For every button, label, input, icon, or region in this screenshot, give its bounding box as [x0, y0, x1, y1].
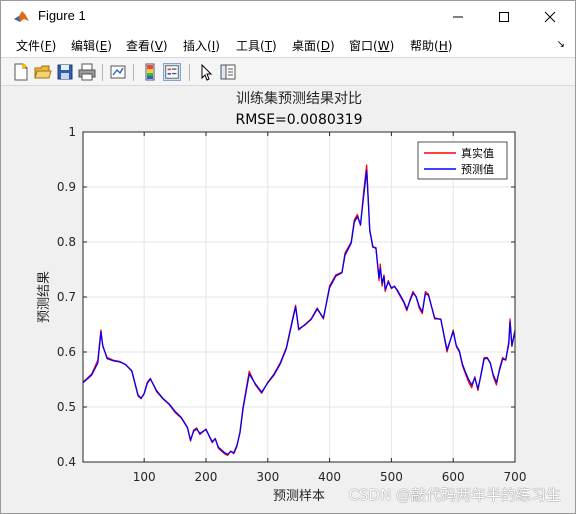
menu-edit-label: 编辑(	[71, 39, 100, 53]
legend-icon[interactable]	[163, 63, 181, 81]
menu-desktop-label: 桌面(	[292, 39, 321, 53]
save-icon[interactable]	[56, 63, 74, 81]
x-tick-label: 600	[442, 470, 465, 484]
menu-edit[interactable]: 编辑(E)	[71, 37, 112, 54]
menu-help-end: )	[447, 39, 453, 53]
title-bar: Figure 1	[1, 1, 575, 32]
menu-insert[interactable]: 插入(I)	[183, 37, 220, 54]
y-tick-label: 0.7	[57, 290, 76, 304]
menu-help-key: H	[438, 39, 448, 53]
menu-view-label: 查看(	[126, 39, 155, 53]
y-tick-label: 0.4	[57, 455, 76, 469]
print-icon[interactable]	[78, 63, 96, 81]
link-plot-icon[interactable]	[109, 63, 127, 81]
legend[interactable]: 真实值预测值	[417, 141, 508, 180]
y-axis-label: 预测结果	[37, 271, 52, 323]
menu-tools-label: 工具(	[236, 39, 265, 53]
menu-file[interactable]: 文件(F)	[16, 37, 56, 54]
menu-help-label: 帮助(	[410, 39, 439, 53]
menu-help[interactable]: 帮助(H)	[410, 37, 452, 54]
menu-tools-key: T	[264, 39, 273, 53]
close-button[interactable]	[527, 1, 573, 32]
x-axis-label: 预测样本	[273, 489, 325, 504]
y-tick-label: 0.6	[57, 345, 76, 359]
menu-file-label: 文件(	[16, 39, 45, 53]
watermark: CSDN @敲代码两年半的练习生	[348, 486, 561, 504]
toolbar-separator	[189, 64, 190, 81]
window-title: Figure 1	[38, 8, 86, 23]
menu-view-end: )	[162, 39, 168, 53]
y-tick-label: 0.8	[57, 235, 76, 249]
property-editor-icon[interactable]	[219, 63, 237, 81]
figure-toolbar	[1, 57, 575, 86]
chart-subtitle: RMSE=0.0080319	[236, 112, 363, 128]
menu-window-key: W	[377, 39, 390, 53]
x-tick-label: 100	[133, 470, 156, 484]
menu-window[interactable]: 窗口(W)	[349, 37, 394, 54]
toolbar-separator	[133, 64, 134, 81]
menu-edit-end: )	[107, 39, 112, 53]
maximize-icon	[499, 11, 509, 22]
colorbar-icon[interactable]	[141, 63, 159, 81]
chart: 100 200 300 400 500 600 700 0.4 0.5 0.6 0.7 0.8 0.9 1…	[37, 90, 527, 504]
menu-insert-end: )	[215, 39, 220, 53]
menu-desktop-key: D	[320, 39, 330, 53]
y-tick-label: 0.5	[57, 400, 76, 414]
menu-desktop[interactable]: 桌面(D)	[292, 37, 335, 54]
figure-window: Figure 1 文件(F) 编辑(E) 查看(V) 插入(I) 工具(T) 桌…	[0, 0, 576, 514]
menu-bar: 文件(F) 编辑(E) 查看(V) 插入(I) 工具(T) 桌面(D) 窗口(W…	[1, 32, 575, 57]
toolbar-separator	[102, 64, 103, 81]
menu-view-key: V	[154, 39, 163, 53]
menu-window-end: )	[389, 39, 395, 53]
legend-label: 真实值	[461, 146, 494, 160]
x-tick-label: 700	[504, 470, 527, 484]
menu-desktop-end: )	[329, 39, 335, 53]
menu-file-key: F	[44, 39, 52, 53]
x-tick-label: 200	[195, 470, 218, 484]
chart-title: 训练集预测结果对比	[236, 90, 362, 107]
menu-tools[interactable]: 工具(T)	[236, 37, 277, 54]
x-tick-label: 400	[318, 470, 341, 484]
minimize-icon	[453, 16, 463, 17]
menu-window-label: 窗口(	[349, 39, 378, 53]
menu-tools-end: )	[272, 39, 277, 53]
x-tick-label: 300	[256, 470, 279, 484]
dock-arrow-icon[interactable]: ↘	[557, 39, 565, 50]
new-figure-icon[interactable]	[12, 63, 30, 81]
x-tick-label: 500	[380, 470, 403, 484]
close-icon	[544, 11, 556, 22]
menu-view[interactable]: 查看(V)	[126, 37, 168, 54]
legend-label: 预测值	[461, 163, 494, 176]
matlab-logo-icon	[13, 8, 30, 25]
figure-canvas: 100 200 300 400 500 600 700 0.4 0.5 0.6 0.7 0.8 0.9 1…	[10, 87, 568, 507]
menu-insert-label: 插入(	[183, 39, 212, 53]
open-file-icon[interactable]	[34, 63, 52, 81]
y-tick-label: 0.9	[57, 180, 76, 194]
y-tick-label: 1	[68, 125, 76, 139]
minimize-button[interactable]	[435, 1, 481, 32]
maximize-button[interactable]	[481, 1, 527, 32]
menu-file-end: )	[51, 39, 57, 53]
pointer-icon[interactable]	[197, 63, 215, 81]
